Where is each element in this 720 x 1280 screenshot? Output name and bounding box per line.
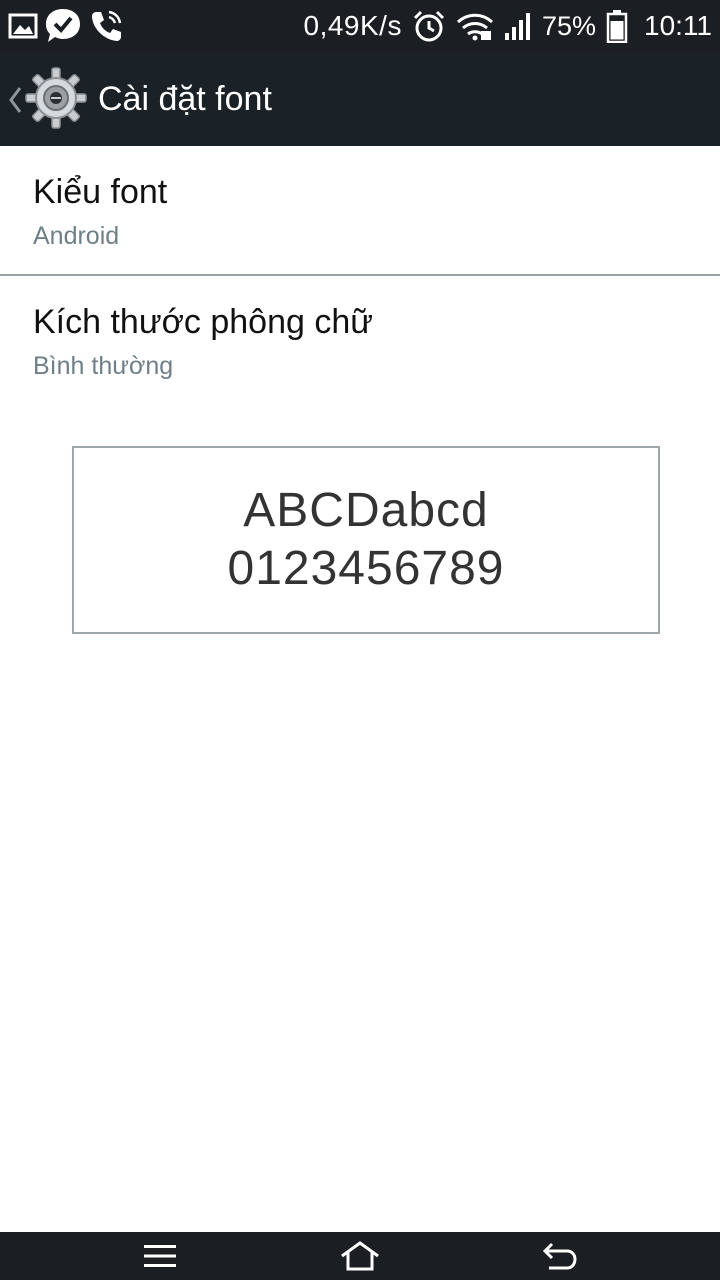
check-chat-icon	[44, 7, 82, 45]
phone-call-icon	[88, 8, 124, 44]
alarm-icon	[412, 9, 446, 43]
net-speed: 0,49K/s	[303, 10, 402, 41]
wifi-icon	[456, 11, 494, 41]
home-icon[interactable]	[330, 1238, 390, 1274]
page-title: Cài đặt font	[98, 80, 272, 118]
back-icon[interactable]	[530, 1238, 590, 1274]
notification-icons	[8, 6, 124, 46]
setting-title: Kiểu font	[33, 173, 168, 211]
setting-summary: Bình thường	[33, 352, 174, 380]
screen: 0,49K/s 75% 10:11 Cài đặt font Kiểu font…	[0, 0, 720, 1280]
navigation-bar	[0, 1232, 720, 1280]
battery-icon	[606, 9, 628, 43]
gear-icon[interactable]	[24, 66, 88, 130]
clock: 10:11	[644, 10, 712, 41]
settings-list: Kiểu font Android Kích thước phông chữ B…	[0, 146, 720, 404]
menu-icon[interactable]	[130, 1238, 190, 1274]
setting-title: Kích thước phông chữ	[33, 303, 373, 341]
setting-font-size[interactable]: Kích thước phông chữ Bình thường	[0, 276, 720, 404]
system-status: 0,49K/s 75% 10:11	[303, 6, 712, 46]
setting-summary: Android	[33, 222, 120, 250]
signal-icon	[504, 11, 532, 41]
setting-font-style[interactable]: Kiểu font Android	[0, 146, 720, 274]
image-notification-icon	[8, 12, 38, 40]
font-preview-box: ABCDabcd 0123456789	[72, 446, 660, 634]
battery-percent: 75%	[541, 11, 596, 41]
action-bar: Cài đặt font	[0, 52, 720, 146]
up-chevron-icon[interactable]	[6, 82, 24, 118]
preview-letters: ABCDabcd	[243, 484, 489, 537]
preview-digits: 0123456789	[227, 542, 505, 595]
status-bar: 0,49K/s 75% 10:11	[0, 0, 720, 52]
